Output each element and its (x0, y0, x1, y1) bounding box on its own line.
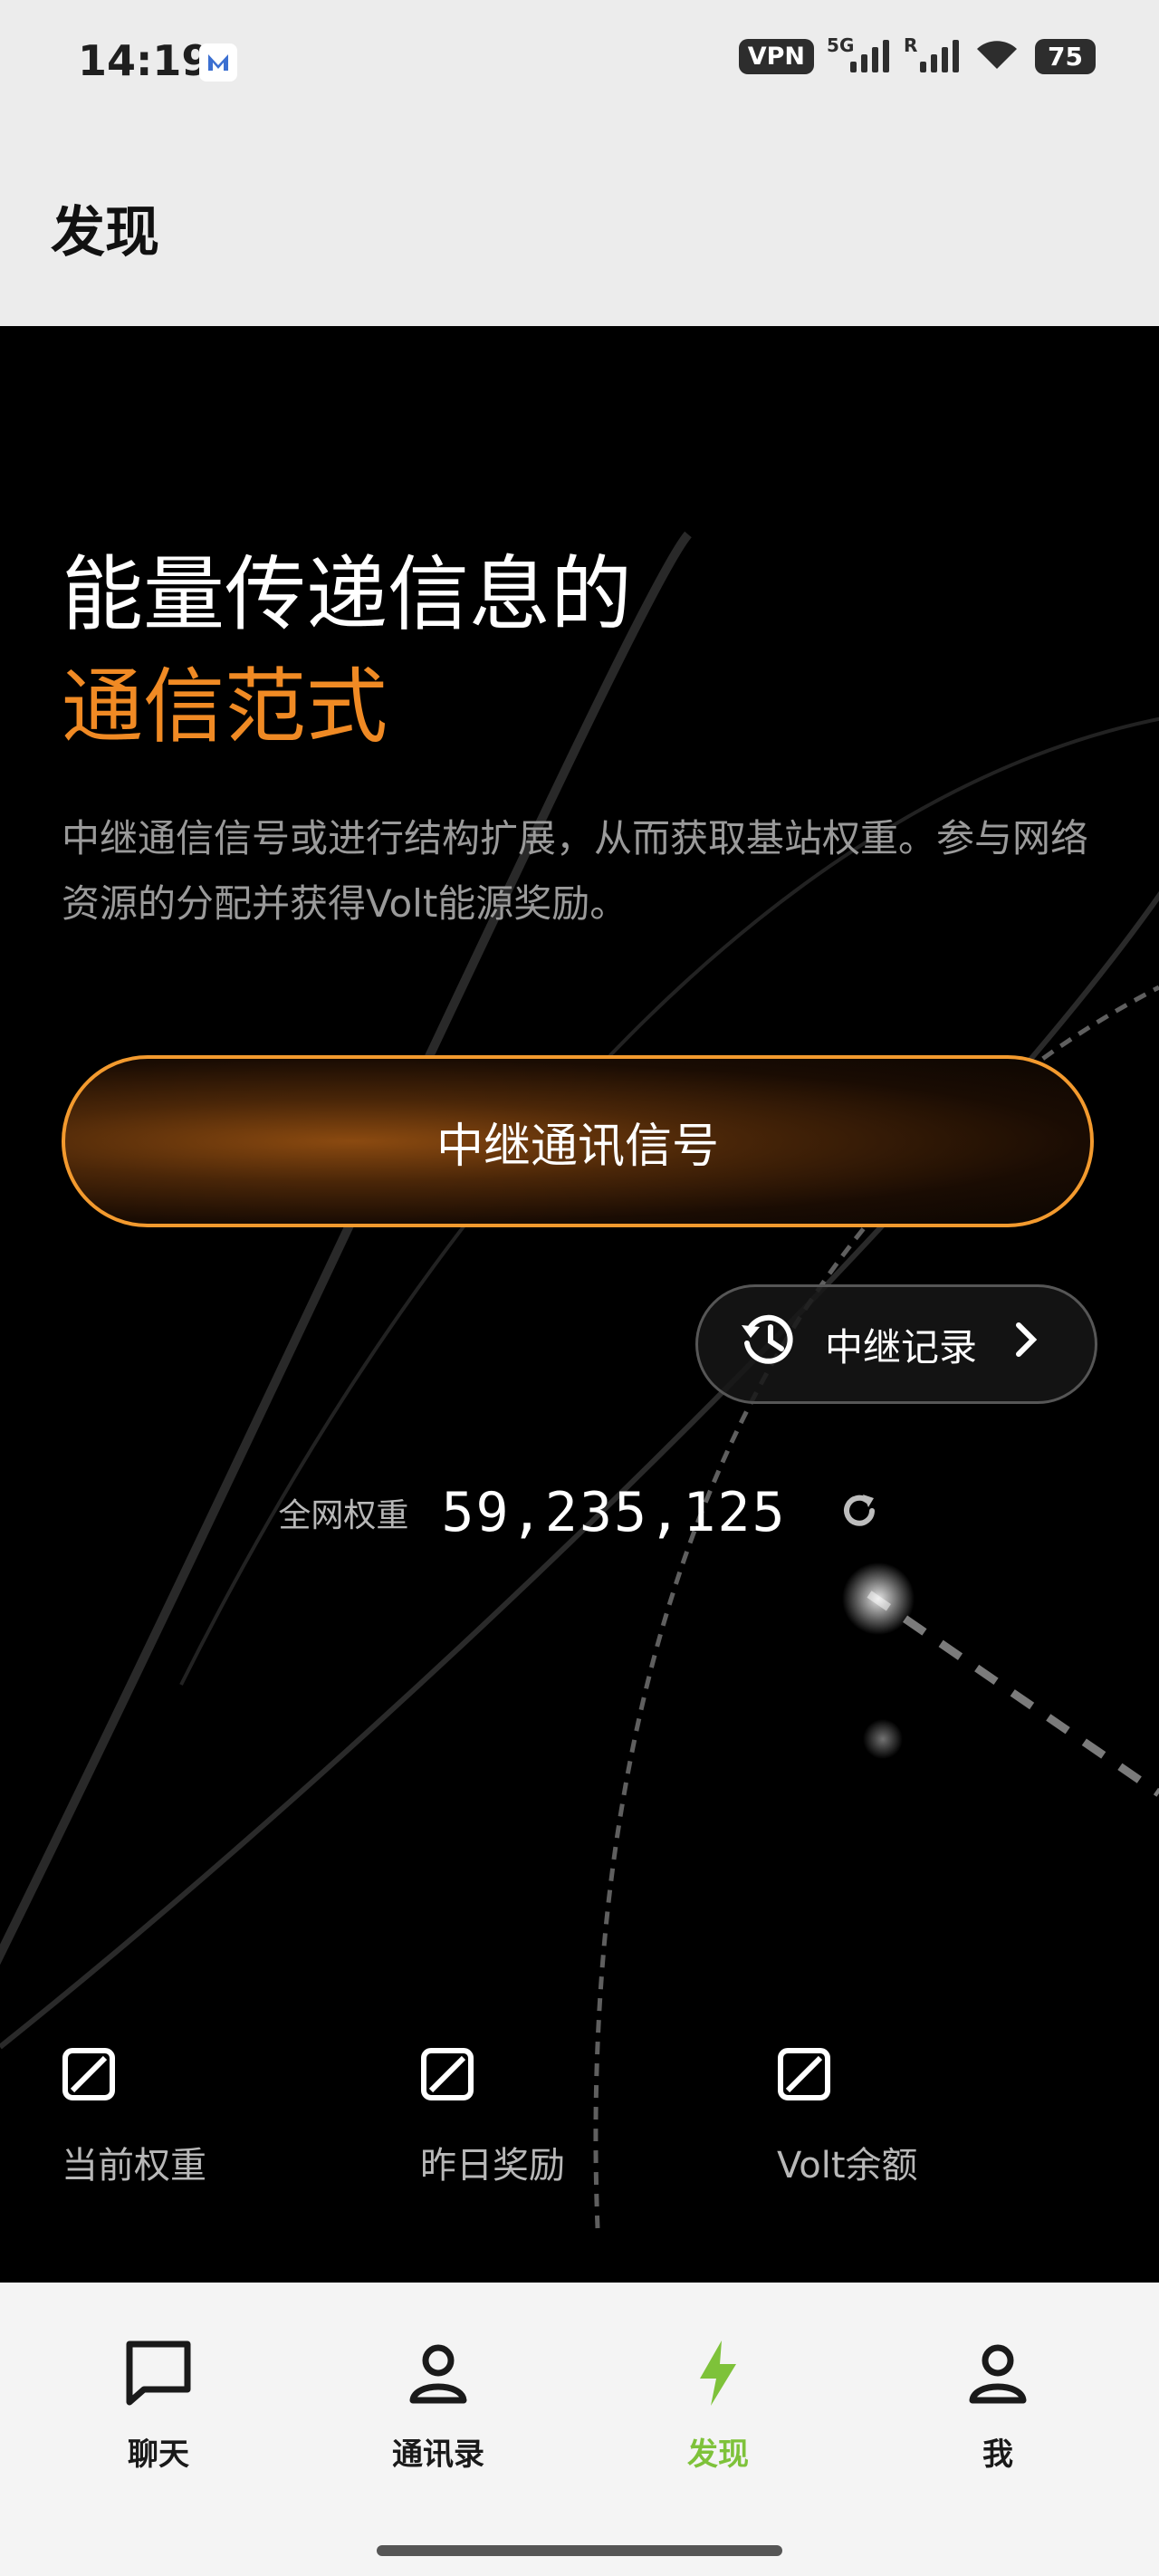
battery-indicator: 75 (1035, 38, 1096, 74)
relay-records-button[interactable]: 中继记录 (695, 1284, 1097, 1404)
slash-box-icon (420, 2048, 474, 2105)
signal-roaming-icon: R (904, 34, 960, 72)
discover-hero: 能量传递信息的 通信范式 中继通信信号或进行结构扩展，从而获取基站权重。参与网络… (0, 326, 1159, 2283)
mail-app-icon (199, 43, 237, 82)
status-bar: 14:19 VPN 5G R 75 (0, 0, 1159, 127)
signal-5g-icon: 5G (827, 34, 890, 72)
tab-label: 聊天 (128, 2437, 189, 2473)
network-weight-value: 59,235,125 (441, 1481, 787, 1544)
relay-signal-button[interactable]: 中继通讯信号 (62, 1055, 1094, 1227)
wifi-icon (975, 38, 1019, 74)
relay-signal-label: 中继通讯信号 (436, 1119, 719, 1174)
headline-line1: 能量传递信息的 (62, 547, 632, 642)
tab-me[interactable]: 我 (889, 2337, 1106, 2474)
lightning-icon (682, 2341, 754, 2413)
headline: 能量传递信息的 通信范式 (62, 539, 632, 764)
stat-label: 当前权重 (62, 2145, 206, 2187)
history-icon (736, 1307, 801, 1381)
tab-discover[interactable]: 发现 (609, 2337, 827, 2474)
tab-contacts[interactable]: 通讯录 (330, 2337, 547, 2474)
stat-label: 昨日奖励 (420, 2145, 565, 2187)
stat-volt-balance: Volt余额 (777, 2047, 1012, 2188)
page-title: 发现 (51, 201, 159, 264)
network-weight-label: 全网权重 (278, 1497, 409, 1534)
roaming-label: R (904, 34, 918, 56)
relay-records-label: 中继记录 (825, 1324, 978, 1370)
tab-label: 我 (982, 2437, 1013, 2473)
stat-yesterday-reward: 昨日奖励 (420, 2047, 656, 2188)
status-time: 14:19 (78, 36, 211, 85)
vpn-badge: VPN (738, 38, 815, 74)
description: 中继通信信号或进行结构扩展，从而获取基站权重。参与网络资源的分配并获得Volt能… (62, 816, 1089, 926)
slash-box-icon (777, 2048, 831, 2105)
person-icon (402, 2344, 474, 2413)
refresh-icon[interactable] (838, 1489, 881, 1536)
network-weight: 全网权重 59,235,125 (0, 1476, 1159, 1549)
chevron-right-icon (1011, 1320, 1039, 1369)
network-type: 5G (827, 34, 855, 56)
status-icons: VPN 5G R 75 (738, 34, 1096, 74)
stat-current-weight: 当前权重 (62, 2047, 297, 2188)
title-bar: 发现 (0, 127, 1159, 326)
tab-label: 通讯录 (392, 2437, 484, 2473)
tab-chat[interactable]: 聊天 (50, 2337, 267, 2474)
bottom-nav: 聊天 通讯录 发现 我 (0, 2283, 1159, 2576)
person-icon (962, 2344, 1034, 2413)
slash-box-icon (62, 2048, 116, 2105)
home-indicator[interactable] (377, 2545, 782, 2556)
headline-line2: 通信范式 (62, 659, 388, 755)
chat-icon (122, 2341, 195, 2413)
stat-label: Volt余额 (777, 2145, 918, 2187)
tab-label: 发现 (687, 2437, 749, 2473)
